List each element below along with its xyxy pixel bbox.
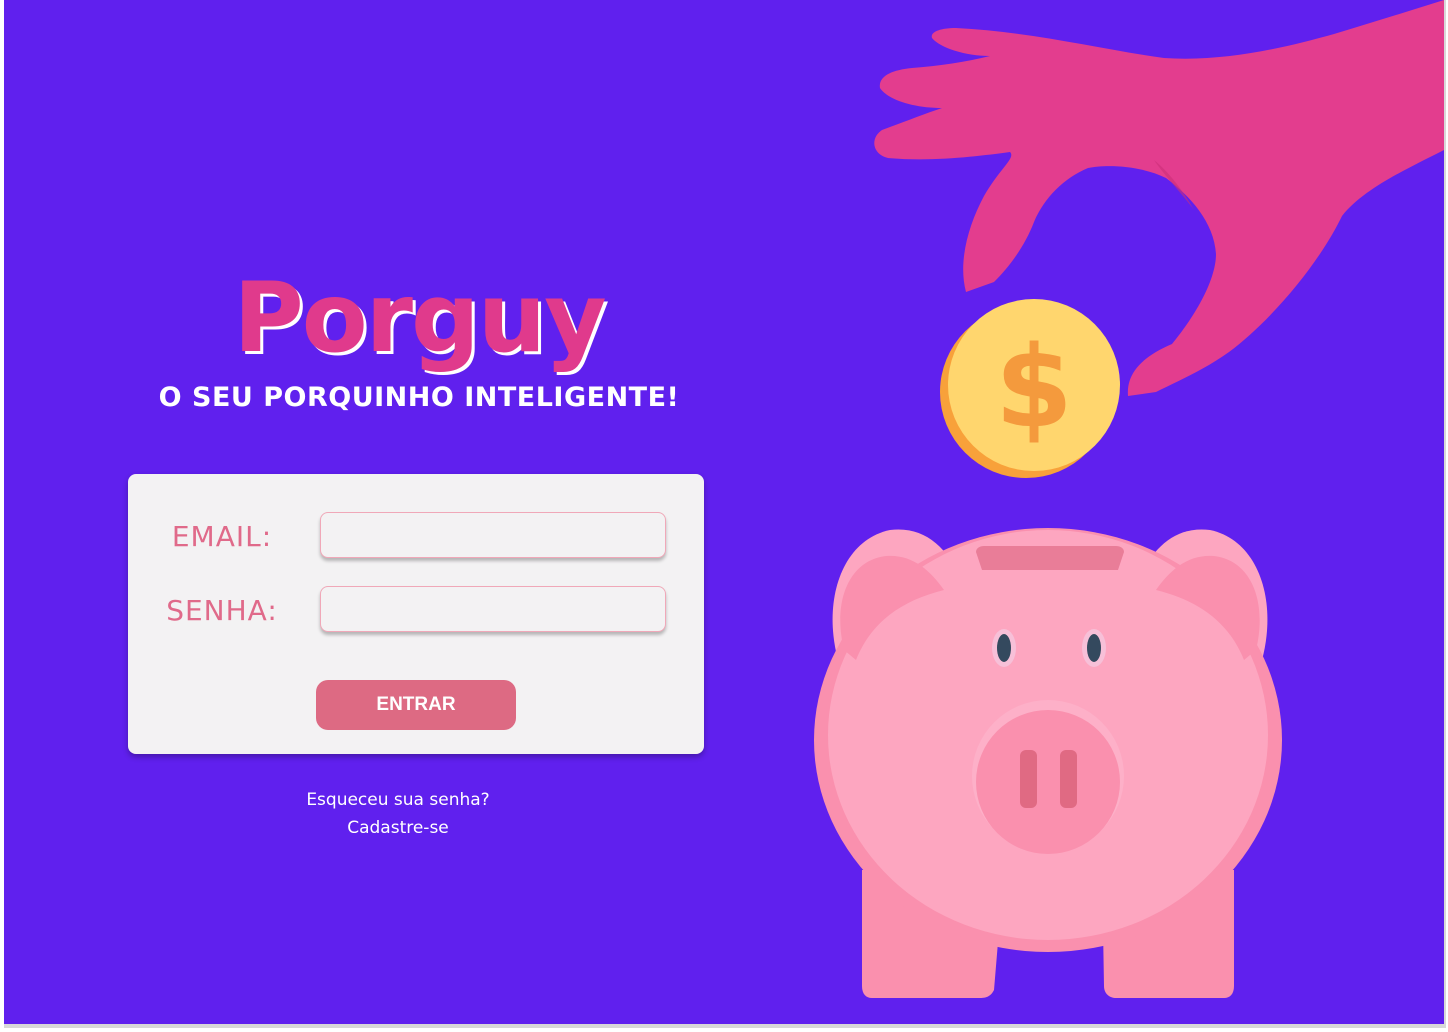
- password-field[interactable]: [320, 586, 666, 632]
- piggy-bank-icon: [814, 528, 1282, 998]
- forgot-password-link[interactable]: Esqueceu sua senha?: [198, 790, 598, 810]
- hand-icon: [874, 0, 1444, 396]
- login-card: EMAIL: SENHA: ENTRAR: [128, 474, 704, 754]
- password-label: SENHA:: [166, 594, 278, 627]
- sign-up-link[interactable]: Cadastre-se: [198, 818, 598, 838]
- coin-icon: $: [940, 299, 1120, 478]
- brand-title: Porguy: [233, 262, 606, 374]
- email-label: EMAIL:: [171, 520, 273, 553]
- brand-tagline: O SEU PORQUINHO INTELIGENTE!: [158, 382, 680, 413]
- login-screen: $ Porguy O SEU PORQUINHO INTELIGENTE! EM…: [4, 0, 1446, 1028]
- login-button[interactable]: ENTRAR: [316, 680, 516, 730]
- coin-symbol: $: [995, 323, 1073, 453]
- email-field[interactable]: [320, 512, 666, 558]
